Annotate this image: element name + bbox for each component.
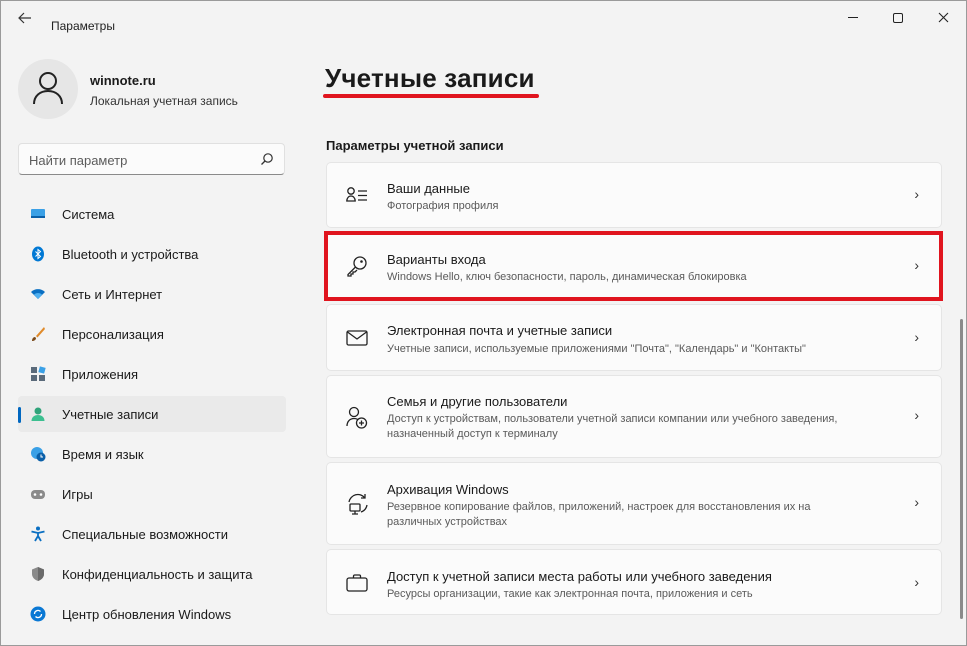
- title-underline-annotation: [323, 94, 539, 98]
- wifi-icon: [31, 289, 45, 299]
- sidebar-item-label: Игры: [62, 487, 93, 502]
- section-title: Параметры учетной записи: [326, 138, 504, 153]
- accounts-icon: [31, 407, 45, 421]
- sidebar-item-windows-update[interactable]: Центр обновления Windows: [18, 596, 286, 632]
- minimize-button[interactable]: [830, 7, 876, 29]
- sidebar-item-label: Специальные возможности: [62, 527, 228, 542]
- system-icon: [31, 209, 45, 218]
- avatar[interactable]: [18, 59, 78, 119]
- chevron-right-icon: ›: [914, 494, 919, 510]
- brush-icon: [32, 327, 45, 341]
- chevron-right-icon: ›: [914, 407, 919, 423]
- key-icon: [347, 256, 367, 277]
- chevron-right-icon: ›: [914, 257, 919, 273]
- page-title: Учетные записи: [325, 63, 535, 93]
- sidebar-item-bluetooth[interactable]: Bluetooth и устройства: [18, 236, 286, 272]
- title-bar: Параметры: [1, 1, 966, 37]
- active-indicator: [18, 407, 21, 423]
- chevron-right-icon: ›: [914, 574, 919, 590]
- back-arrow-icon: [18, 12, 31, 24]
- gamepad-icon: [31, 490, 45, 499]
- search-box[interactable]: [18, 143, 285, 175]
- mail-icon: [346, 330, 368, 346]
- sidebar-item-label: Учетные записи: [62, 407, 159, 422]
- sidebar-item-network[interactable]: Сеть и Интернет: [18, 276, 286, 312]
- card-email-accounts[interactable]: Электронная почта и учетные записи Учетн…: [326, 304, 942, 371]
- sidebar-item-system[interactable]: Система: [18, 196, 286, 232]
- card-description: Резервное копирование файлов, приложений…: [387, 501, 811, 528]
- close-button[interactable]: [920, 7, 966, 29]
- search-input[interactable]: [29, 150, 249, 170]
- user-name: winnote.ru: [90, 73, 156, 88]
- chevron-right-icon: ›: [914, 186, 919, 202]
- sidebar-item-apps[interactable]: Приложения: [18, 356, 286, 392]
- user-info-icon: [346, 187, 367, 202]
- card-description: Учетные записи, используемые приложениям…: [387, 343, 806, 355]
- card-title: Доступ к учетной записи места работы или…: [387, 569, 772, 584]
- maximize-button[interactable]: [875, 7, 921, 29]
- card-description: Windows Hello, ключ безопасности, пароль…: [387, 271, 747, 283]
- backup-icon: [348, 493, 368, 515]
- sidebar-item-label: Персонализация: [62, 327, 164, 342]
- card-windows-backup[interactable]: Архивация Windows Резервное копирование …: [326, 462, 942, 545]
- sidebar-item-accessibility[interactable]: Специальные возможности: [18, 516, 286, 552]
- sidebar-item-label: Bluetooth и устройства: [62, 247, 199, 262]
- card-description: Фотография профиля: [387, 200, 499, 212]
- sidebar-item-label: Система: [62, 207, 115, 222]
- sidebar-item-label: Сеть и Интернет: [62, 287, 163, 302]
- account-type: Локальная учетная запись: [90, 94, 238, 108]
- sidebar-nav: Система Bluetooth и устройства Сеть и Ин…: [18, 196, 286, 636]
- card-sign-in-options[interactable]: Варианты входа Windows Hello, ключ безоп…: [326, 232, 942, 300]
- accessibility-icon: [31, 526, 45, 542]
- card-description: Ресурсы организации, такие как электронн…: [387, 588, 753, 600]
- sidebar-item-label: Центр обновления Windows: [62, 607, 232, 622]
- family-icon: [346, 406, 368, 429]
- sidebar-item-personalization[interactable]: Персонализация: [18, 316, 286, 352]
- card-title: Электронная почта и учетные записи: [387, 323, 613, 338]
- sidebar-item-label: Время и язык: [62, 447, 144, 462]
- sidebar-item-accounts[interactable]: Учетные записи: [18, 396, 286, 432]
- shield-icon: [32, 567, 44, 581]
- sidebar-item-label: Конфиденциальность и защита: [62, 567, 253, 582]
- card-title: Варианты входа: [387, 252, 486, 267]
- apps-icon: [31, 366, 46, 381]
- card-family-users[interactable]: Семья и другие пользователи Доступ к уст…: [326, 375, 942, 458]
- back-button[interactable]: [11, 9, 39, 31]
- card-title: Семья и другие пользователи: [387, 394, 568, 409]
- update-icon: [30, 606, 46, 622]
- vertical-scrollbar[interactable]: [960, 319, 963, 619]
- search-icon[interactable]: [260, 152, 274, 166]
- briefcase-icon: [346, 574, 368, 592]
- minimize-icon: [848, 17, 858, 19]
- maximize-icon: [893, 12, 903, 23]
- card-work-school-access[interactable]: Доступ к учетной записи места работы или…: [326, 549, 942, 615]
- sidebar-item-gaming[interactable]: Игры: [18, 476, 286, 512]
- sidebar-item-label: Приложения: [62, 367, 139, 382]
- close-icon: [938, 12, 948, 23]
- chevron-right-icon: ›: [914, 329, 919, 345]
- card-your-info[interactable]: Ваши данные Фотография профиля ›: [326, 162, 942, 228]
- card-description: Доступ к устройствам, пользователи учетн…: [387, 413, 838, 440]
- card-title: Архивация Windows: [387, 482, 509, 497]
- sidebar-item-privacy[interactable]: Конфиденциальность и защита: [18, 556, 286, 592]
- sidebar-item-time-language[interactable]: Время и язык: [18, 436, 286, 472]
- card-title: Ваши данные: [387, 181, 470, 196]
- bluetooth-icon: [32, 246, 44, 262]
- time-language-icon: [31, 447, 46, 462]
- app-title: Параметры: [51, 19, 115, 33]
- person-icon: [33, 72, 63, 105]
